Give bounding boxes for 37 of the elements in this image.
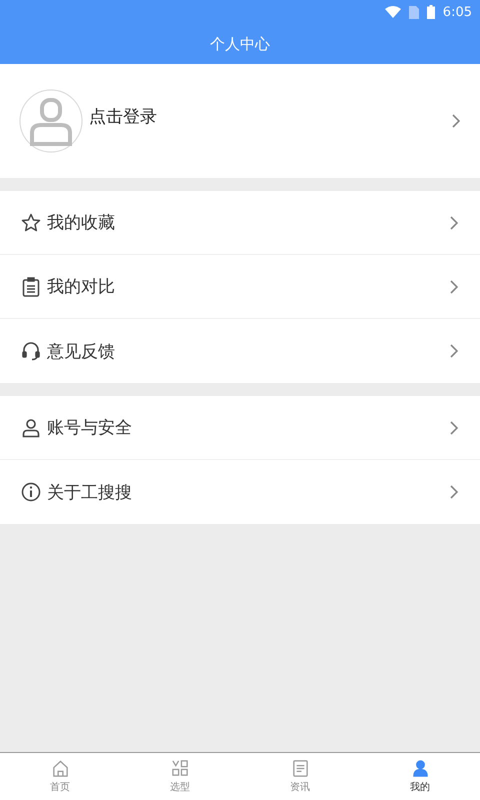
avatar-icon bbox=[19, 89, 83, 153]
tab[interactable]: 首页 bbox=[0, 753, 120, 800]
tab[interactable]: 资讯 bbox=[240, 753, 360, 800]
document-icon bbox=[290, 759, 310, 778]
chevron-icon bbox=[452, 114, 460, 128]
wifi-icon bbox=[384, 6, 401, 18]
login-text: 点击登录 bbox=[89, 106, 158, 128]
star-icon bbox=[21, 212, 41, 232]
tab[interactable]: 选型 bbox=[120, 753, 240, 800]
headset-icon bbox=[21, 341, 41, 361]
chevron-icon bbox=[450, 344, 458, 358]
chevron-icon bbox=[450, 280, 458, 294]
clock: 6:05 bbox=[442, 4, 472, 20]
info-icon bbox=[21, 482, 41, 502]
home-icon bbox=[50, 759, 70, 778]
menu-label: 我的收藏 bbox=[47, 212, 116, 234]
menu-label: 意见反馈 bbox=[47, 340, 116, 362]
menu-label: 关于工搜搜 bbox=[47, 482, 133, 504]
person-icon bbox=[21, 418, 41, 438]
menu-label: 账号与安全 bbox=[47, 417, 133, 439]
menu-item[interactable]: 意见反馈 bbox=[0, 319, 480, 383]
menu-item[interactable]: 关于工搜搜 bbox=[0, 460, 480, 524]
chevron-icon bbox=[450, 420, 458, 434]
menu-label: 我的对比 bbox=[47, 276, 116, 298]
menu-item[interactable]: 账号与安全 bbox=[0, 396, 480, 460]
no-sim-icon bbox=[408, 6, 419, 18]
grid-icon bbox=[170, 759, 190, 778]
clipboard-icon bbox=[21, 276, 41, 296]
person-icon bbox=[410, 759, 430, 778]
tab[interactable]: 我的 bbox=[360, 753, 480, 800]
login-row[interactable]: 点击登录 bbox=[0, 64, 480, 178]
menu-item[interactable]: 我的收藏 bbox=[0, 191, 480, 255]
chevron-icon bbox=[450, 485, 458, 499]
page-title: 个人中心 bbox=[210, 34, 270, 54]
battery-icon bbox=[426, 5, 435, 19]
menu-item[interactable]: 我的对比 bbox=[0, 255, 480, 319]
chevron-icon bbox=[450, 216, 458, 230]
